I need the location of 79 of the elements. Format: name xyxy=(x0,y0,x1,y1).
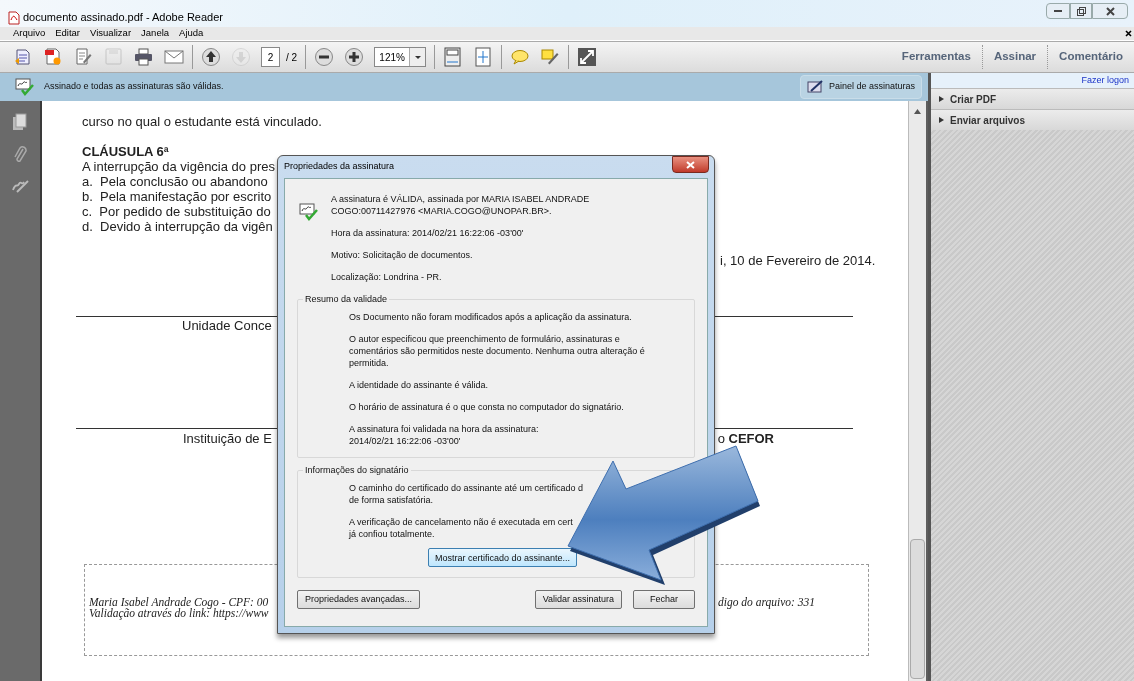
menu-item[interactable]: Arquivo xyxy=(13,26,46,41)
document-text: c. Por pedido de substituição do xyxy=(82,204,271,219)
window-title: documento assinado.pdf - Adobe Reader xyxy=(23,9,223,25)
menu-item[interactable]: Editar xyxy=(55,26,81,41)
caret-icon xyxy=(939,117,944,123)
validation-text: A assinatura foi validada na hora da assinatura: 2014/02/21 16:22:06 -03'00' xyxy=(349,423,540,447)
document-text: b. Pela manifestação por escrito xyxy=(82,189,272,204)
signature-label: Unidade Conce xyxy=(182,318,272,333)
show-certificate-button[interactable]: Mostrar certificado do assinante... xyxy=(428,548,578,567)
clause-heading: CLÁUSULA 6ª xyxy=(82,144,169,159)
document-text: curso no qual o estudante está vinculado. xyxy=(82,114,322,129)
close-document-icon[interactable] xyxy=(1125,30,1132,37)
menu-item[interactable]: Visualizar xyxy=(90,26,132,41)
stamp-text: digo do arquivo: 331 xyxy=(718,597,815,608)
minimize-icon xyxy=(1054,9,1062,13)
advanced-properties-button[interactable]: Propriedades avançadas... xyxy=(297,590,421,609)
validation-text: A verificação de cancelamento não é executada em cert já confiou totalmente. xyxy=(349,516,574,540)
task-tab[interactable]: Assinar xyxy=(982,42,1048,72)
zoom-in-icon[interactable] xyxy=(344,47,365,67)
signature-detail: Hora da assinatura: 2014/02/21 16:22:06 -03'00' xyxy=(331,227,525,239)
stamp-text: Validação através do link: https://www xyxy=(89,608,269,619)
signature-pen-icon xyxy=(806,80,825,94)
page-width-icon[interactable] xyxy=(443,47,464,67)
pdf-file-icon xyxy=(8,11,20,25)
scrollbar-thumb[interactable] xyxy=(910,539,925,679)
validation-text: O autor especificou que preenchimento de formulário, assinaturas e comentários são permitidos neste documento. Nenhuma outra alteração é permitida. xyxy=(349,333,646,369)
close-button[interactable] xyxy=(672,156,709,173)
fullscreen-icon[interactable] xyxy=(577,47,598,67)
zoom-dropdown[interactable]: 121% xyxy=(374,47,427,67)
close-icon xyxy=(1105,6,1115,16)
validation-text: A identidade do assinante é válida. xyxy=(349,379,490,391)
envelope-icon[interactable] xyxy=(164,47,184,67)
signature-panel-button[interactable]: Painel de assinaturas xyxy=(799,75,922,99)
date-text: i, 10 de Fevereiro de 2014. xyxy=(720,253,876,268)
validation-text: O caminho do certificado do assinante até um certificado d de forma satisfatória. xyxy=(349,482,585,506)
pane-section-header[interactable]: Enviar arquivos xyxy=(931,109,1134,130)
signature-detail: Localização: Londrina - PR. xyxy=(331,271,443,283)
dialog-button[interactable]: Validar assinatura xyxy=(534,590,622,609)
signature-label: Instituição de E xyxy=(183,431,272,446)
page-number-field[interactable]: 2 xyxy=(261,47,280,67)
dialog-button[interactable]: Fechar xyxy=(633,590,695,609)
paperclip-icon[interactable] xyxy=(13,145,27,165)
speech-bubble-icon[interactable] xyxy=(510,47,531,67)
zoom-out-icon[interactable] xyxy=(314,47,335,67)
page-count: / 2 xyxy=(286,50,298,65)
pages-icon[interactable] xyxy=(12,113,28,131)
signature-label: o CEFOR xyxy=(717,431,774,446)
highlighter-icon[interactable] xyxy=(540,47,561,67)
stamp-text: Maria Isabel Andrade Cogo - CPF: 00 xyxy=(89,597,269,608)
signature-status-text: Assinado e todas as assinaturas são válidas. xyxy=(44,80,224,94)
dialog-title: Propriedades da assinatura xyxy=(284,160,395,174)
validation-text: O horário de assinatura é o que consta no computador do signatário. xyxy=(349,401,625,413)
signature-detail: A assinatura é VÁLIDA, assinada por MARIA ISABEL ANDRADE COGO:00711427976 <MARIA.COGO@UNOPAR.BR>. xyxy=(331,193,590,217)
scroll-up-icon[interactable] xyxy=(914,109,921,114)
caret-icon xyxy=(939,96,944,102)
task-tab[interactable]: Comentário xyxy=(1048,42,1134,72)
close-icon xyxy=(686,160,695,169)
group-title: Informações do signatário xyxy=(304,464,410,476)
validation-text: Os Documento não foram modificados após a aplicação da assinatura. xyxy=(349,311,633,323)
menu-item[interactable]: Janela xyxy=(141,26,170,41)
task-tab[interactable]: Ferramentas xyxy=(890,42,982,72)
restore-button[interactable] xyxy=(1070,3,1092,19)
page-fit-icon[interactable] xyxy=(473,47,494,67)
group-title: Resumo da validade xyxy=(304,293,389,305)
signature-valid-icon xyxy=(299,203,319,221)
document-text: A interrupção da vigência do pres xyxy=(82,159,275,174)
pane-section-header[interactable]: Criar PDF xyxy=(931,88,1134,109)
restore-icon xyxy=(1076,6,1086,16)
menu-item[interactable]: Ajuda xyxy=(179,26,204,41)
signature-icon[interactable] xyxy=(11,179,29,193)
document-text: d. Devido à interrupção da vigên xyxy=(82,219,273,234)
print-icon[interactable] xyxy=(134,47,154,67)
signature-valid-icon xyxy=(15,78,35,96)
caret-icon xyxy=(414,55,421,59)
document-text: a. Pela conclusão ou abandono xyxy=(82,174,268,189)
close-button[interactable] xyxy=(1092,3,1128,19)
minimize-button[interactable] xyxy=(1046,3,1070,19)
document-pen-icon[interactable] xyxy=(74,47,94,67)
signature-detail: Motivo: Solicitação de documentos. xyxy=(331,249,474,261)
